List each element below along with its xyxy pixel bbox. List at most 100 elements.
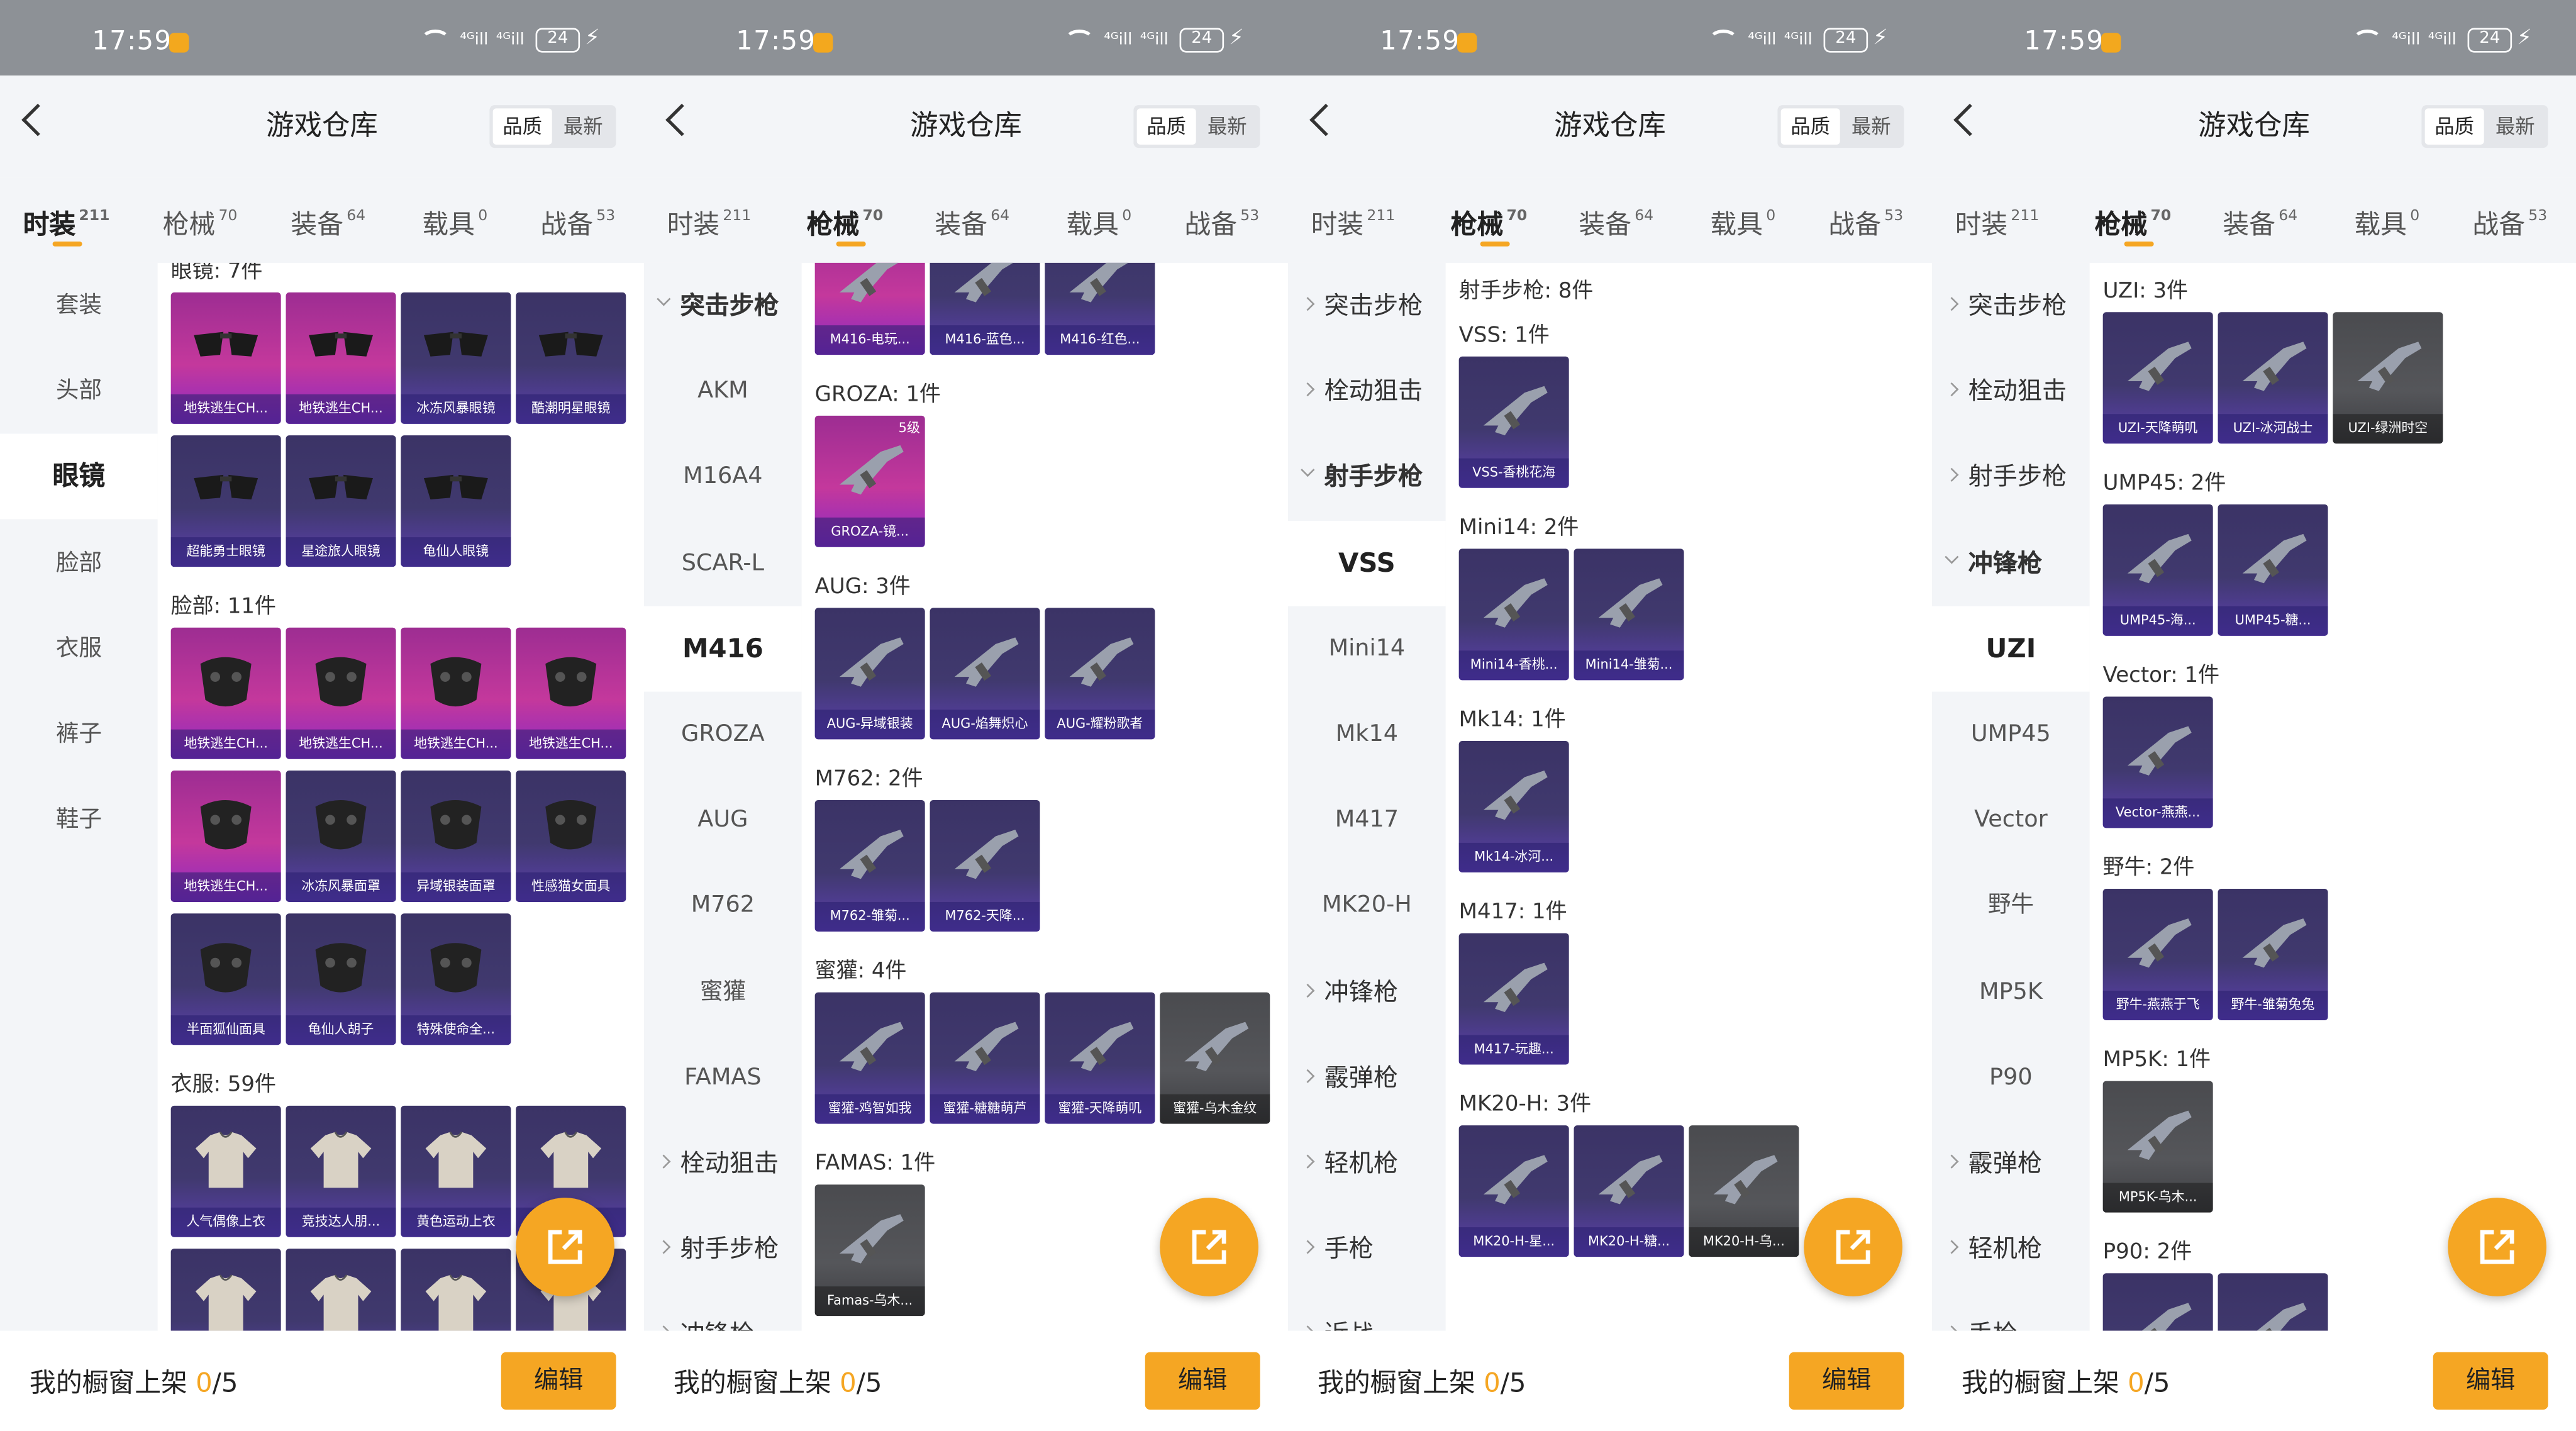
item-card[interactable]: 冰冻风暴眼镜	[401, 292, 511, 424]
item-card[interactable]: 地铁逃生CH...	[170, 771, 281, 902]
sort-quality-button[interactable]: 品质	[2424, 108, 2484, 145]
sidebar-item[interactable]: 衣服	[0, 606, 158, 691]
item-card[interactable]: 超能勇士眼镜	[170, 435, 281, 567]
item-card[interactable]: Mini14-香桃...	[1458, 548, 1569, 681]
item-card[interactable]: 星途旅人眼镜	[286, 435, 396, 567]
tab-1[interactable]: 枪械 70	[163, 199, 238, 243]
item-card[interactable]: Famas-乌木...	[814, 1184, 925, 1317]
edit-button[interactable]: 编辑	[2433, 1352, 2548, 1410]
sidebar-item[interactable]: 头部	[0, 348, 158, 434]
tab-4[interactable]: 战备 53	[1184, 199, 1259, 243]
sidebar-item[interactable]: 栓动狙击	[1932, 348, 2090, 434]
sort-quality-button[interactable]: 品质	[492, 108, 552, 145]
item-card[interactable]	[2218, 1273, 2328, 1331]
sidebar-item[interactable]: 射手步枪	[1288, 435, 1446, 520]
item-card[interactable]: 地铁逃生CH...	[516, 627, 626, 759]
item-card[interactable]: 野牛-雏菊兔兔	[2218, 889, 2328, 1021]
item-card[interactable]: M416-红色...	[1045, 262, 1155, 355]
share-external-button[interactable]	[1160, 1198, 1258, 1296]
item-card[interactable]: MK20-H-糖...	[1574, 1125, 1684, 1257]
sort-quality-button[interactable]: 品质	[1780, 108, 1840, 145]
item-card[interactable]: 性感猫女面具	[516, 771, 626, 902]
sidebar-item[interactable]: 轻机枪	[1932, 1206, 2090, 1292]
tab-1[interactable]: 枪械 70	[807, 199, 883, 247]
tab-2[interactable]: 装备 64	[1579, 199, 1653, 243]
sidebar-item[interactable]: 栓动狙击	[1288, 348, 1446, 434]
sidebar-item[interactable]: Mini14	[1288, 606, 1446, 691]
sidebar-item[interactable]: 栓动狙击	[644, 1120, 802, 1206]
item-card[interactable]: 酷潮明星眼镜	[516, 292, 626, 424]
sidebar-item[interactable]: 蜜獾	[644, 949, 802, 1035]
item-card[interactable]: UMP45-糖...	[2218, 504, 2328, 636]
edit-button[interactable]: 编辑	[501, 1352, 616, 1410]
tab-4[interactable]: 战备 53	[2472, 199, 2547, 243]
sidebar-item[interactable]: 鞋子	[0, 777, 158, 863]
sidebar-item[interactable]: 眼镜	[0, 434, 158, 520]
sidebar-item[interactable]: 裤子	[0, 692, 158, 777]
item-card[interactable]: MK20-H-星...	[1458, 1125, 1569, 1257]
sidebar-item[interactable]: MK20-H	[1288, 863, 1446, 949]
item-card[interactable]: 地铁逃生CH...	[170, 292, 281, 424]
item-card[interactable]: 特殊使命全...	[401, 913, 511, 1045]
sort-newest-button[interactable]: 最新	[2485, 108, 2545, 144]
item-card[interactable]: M417-玩趣...	[1458, 933, 1569, 1065]
item-card[interactable]: Mini14-雏菊...	[1574, 548, 1684, 681]
sort-quality-button[interactable]: 品质	[1136, 108, 1196, 145]
sidebar-item[interactable]: M762	[644, 863, 802, 949]
tab-0[interactable]: 时装 211	[667, 199, 752, 243]
sidebar-item[interactable]: 手枪	[1288, 1206, 1446, 1292]
item-card[interactable]: 地铁逃生CH...	[170, 627, 281, 759]
tab-4[interactable]: 战备 53	[1828, 199, 1903, 243]
sidebar-item[interactable]: 冲锋枪	[1288, 949, 1446, 1035]
tab-4[interactable]: 战备 53	[540, 199, 615, 243]
share-external-button[interactable]	[2448, 1198, 2546, 1296]
item-card[interactable]: M762-雏菊...	[814, 800, 925, 932]
item-card[interactable]: 地铁逃生CH...	[286, 627, 396, 759]
item-card[interactable]: AUG-耀粉歌者	[1045, 608, 1155, 740]
tab-0[interactable]: 时装 211	[23, 199, 110, 247]
sidebar-item[interactable]: 霰弹枪	[1932, 1120, 2090, 1206]
item-card[interactable]: 半面狐仙面具	[170, 913, 281, 1045]
sidebar-item[interactable]: 突击步枪	[1932, 263, 2090, 348]
item-card[interactable]: 地铁逃生CH...	[286, 292, 396, 424]
tab-3[interactable]: 载具 0	[1066, 199, 1131, 243]
edit-button[interactable]: 编辑	[1145, 1352, 1260, 1410]
tab-0[interactable]: 时装 211	[1311, 199, 1396, 243]
item-card[interactable]: 竞技达人朋...	[286, 1105, 396, 1237]
item-card[interactable]: 异域银装面罩	[401, 771, 511, 902]
item-card[interactable]: Mk14-冰河...	[1458, 740, 1569, 872]
sidebar-item[interactable]: UMP45	[1932, 692, 2090, 777]
sort-newest-button[interactable]: 最新	[1197, 108, 1257, 144]
item-card[interactable]	[2102, 1273, 2213, 1331]
tab-1[interactable]: 枪械 70	[2095, 199, 2171, 247]
item-card[interactable]: 龟仙人胡子	[286, 913, 396, 1045]
sidebar-item[interactable]: AKM	[644, 348, 802, 434]
sidebar-item[interactable]: 套装	[0, 263, 158, 348]
item-card[interactable]: M416-蓝色...	[930, 262, 1040, 355]
edit-button[interactable]: 编辑	[1789, 1352, 1904, 1410]
sidebar-item[interactable]: AUG	[644, 777, 802, 863]
item-card[interactable]: UZI-绿洲时空	[2333, 312, 2443, 444]
item-card[interactable]: 人气偶像上衣	[170, 1105, 281, 1237]
item-card[interactable]: 蜜獾-天降萌叽	[1045, 992, 1155, 1124]
sidebar-item[interactable]: VSS	[1288, 520, 1446, 606]
item-card[interactable]: GROZA-镜... 5级	[814, 415, 925, 547]
item-card[interactable]: UZI-冰河战士	[2218, 312, 2328, 444]
sidebar-item[interactable]: Mk14	[1288, 692, 1446, 777]
sidebar-item[interactable]: M16A4	[644, 435, 802, 520]
item-card[interactable]	[401, 1249, 511, 1331]
item-card[interactable]: MP5K-乌木...	[2102, 1081, 2213, 1213]
item-card[interactable]: 蜜獾-糖糖萌芦	[930, 992, 1040, 1124]
item-card[interactable]: 地铁逃生CH...	[401, 627, 511, 759]
sidebar-item[interactable]: 冲锋枪	[1932, 520, 2090, 606]
item-card[interactable]: 蜜獾-鸡智如我	[814, 992, 925, 1124]
sidebar-item[interactable]: 射手步枪	[1932, 435, 2090, 520]
sidebar-item[interactable]: Vector	[1932, 777, 2090, 863]
item-card[interactable]: M762-天降...	[930, 800, 1040, 932]
sidebar-item[interactable]: M417	[1288, 777, 1446, 863]
sort-newest-button[interactable]: 最新	[553, 108, 613, 144]
item-card[interactable]: M416-电玩...	[814, 262, 925, 355]
sidebar-item[interactable]: FAMAS	[644, 1035, 802, 1120]
item-card[interactable]: AUG-焰舞炽心	[930, 608, 1040, 740]
item-card[interactable]: 冰冻风暴面罩	[286, 771, 396, 902]
